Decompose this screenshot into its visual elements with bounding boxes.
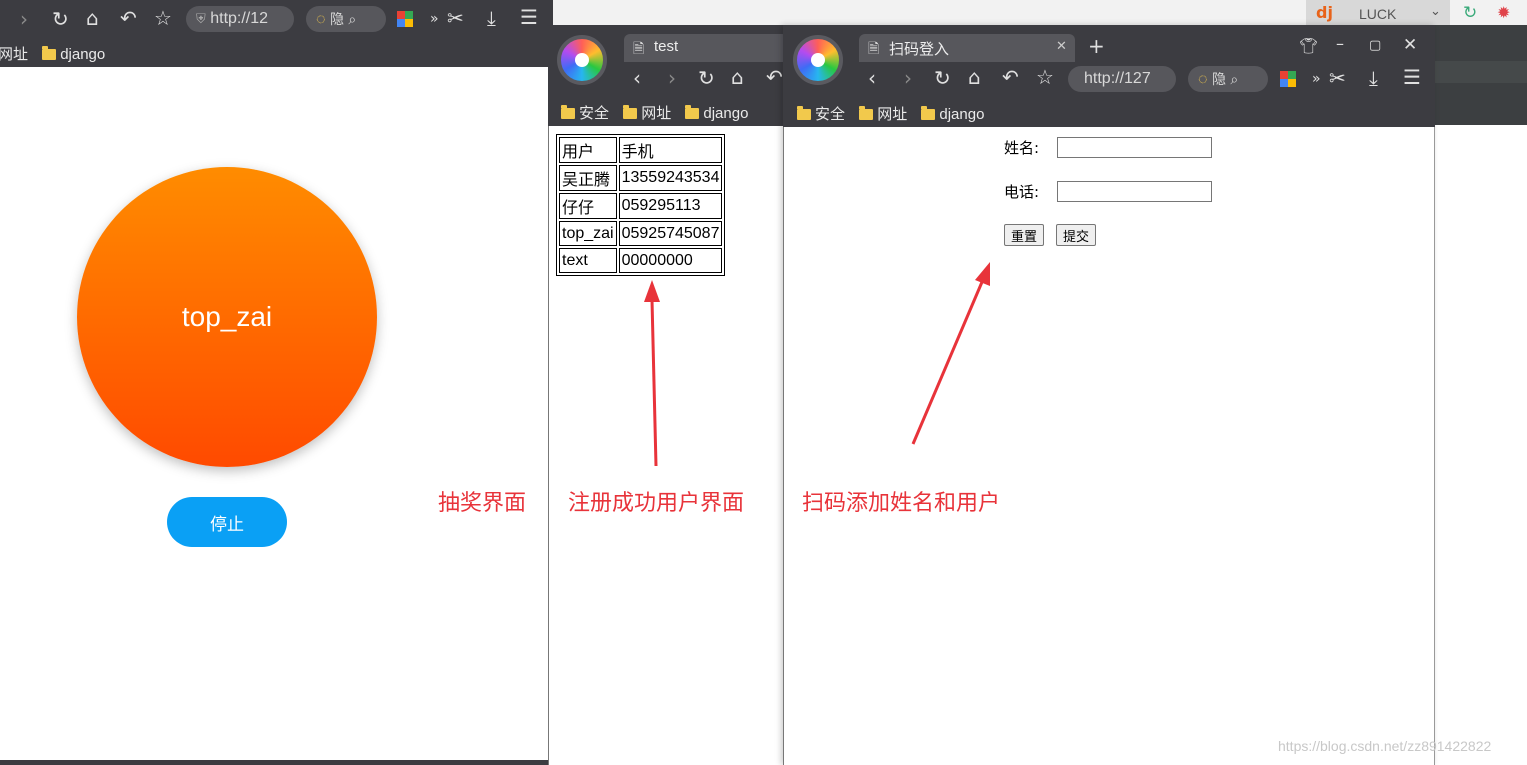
- arrow-to-form: [913, 282, 982, 444]
- annotation-scan: 扫码添加姓名和用户: [802, 485, 1000, 517]
- annotation-lottery: 抽奖界面: [438, 485, 526, 517]
- arrow-to-table: [652, 300, 656, 466]
- watermark: https://blog.csdn.net/zz891422822: [1278, 738, 1491, 754]
- annotation-registered: 注册成功用户界面: [568, 485, 744, 517]
- arrow-head-form: [975, 262, 990, 286]
- annotation-arrows: [0, 0, 1527, 765]
- arrow-head-table: [644, 280, 660, 302]
